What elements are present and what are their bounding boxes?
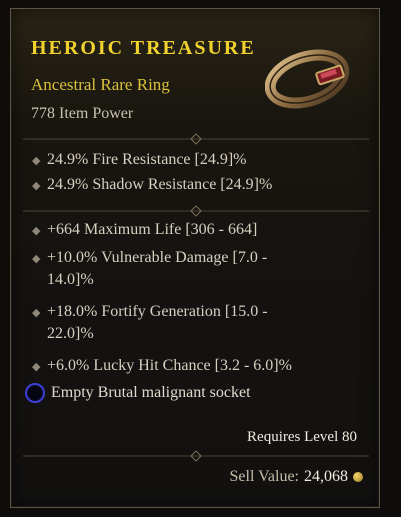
- stat-text: 24.9% Fire Resistance [24.9]%: [47, 151, 247, 168]
- stat-text: +18.0% Fortify Generation [15.0 - 22.0]%: [47, 303, 268, 342]
- divider: [23, 205, 369, 217]
- gold-coin-icon: [353, 472, 363, 482]
- diamond-bullet-icon: ◆: [32, 361, 41, 373]
- item-name: HEROIC TREASURE: [31, 37, 256, 59]
- ring-icon: [265, 49, 350, 109]
- diamond-bullet-icon: ◆: [32, 155, 41, 167]
- sell-value: Sell Value: 24,068: [230, 468, 363, 486]
- item-type: Ancestral Rare Ring: [31, 75, 170, 94]
- stat-text: +664 Maximum Life [306 - 664]: [47, 221, 258, 238]
- sell-amount: 24,068: [304, 468, 348, 485]
- stat-text: +10.0% Vulnerable Damage [7.0 - 14.0]%: [47, 249, 268, 288]
- diamond-bullet-icon: ◆: [32, 307, 41, 319]
- stat-text: +6.0% Lucky Hit Chance [3.2 - 6.0]%: [47, 357, 292, 374]
- malignant-socket-icon: [25, 383, 45, 403]
- socket-label: Empty Brutal malignant socket: [51, 384, 251, 401]
- sell-label: Sell Value:: [229, 468, 299, 485]
- malignant-socket: Empty Brutal malignant socket: [25, 383, 251, 403]
- diamond-bullet-icon: ◆: [32, 225, 41, 237]
- affix-stat: ◆ +6.0% Lucky Hit Chance [3.2 - 6.0]%: [27, 355, 367, 378]
- stat-text: 24.9% Shadow Resistance [24.9]%: [47, 176, 273, 193]
- divider: [23, 133, 369, 145]
- affix-stat: ◆ +18.0% Fortify Generation [15.0 - 22.0…: [27, 301, 367, 345]
- divider: [23, 450, 369, 462]
- diamond-bullet-icon: ◆: [32, 253, 41, 265]
- affix-stat: ◆ +10.0% Vulnerable Damage [7.0 - 14.0]%: [27, 247, 367, 291]
- implicit-stat: ◆ 24.9% Shadow Resistance [24.9]%: [27, 174, 367, 197]
- diamond-bullet-icon: ◆: [32, 180, 41, 192]
- item-power: 778 Item Power: [31, 105, 134, 122]
- level-requirement: Requires Level 80: [247, 429, 357, 445]
- affix-stat: ◆ +664 Maximum Life [306 - 664]: [27, 219, 367, 242]
- implicit-stat: ◆ 24.9% Fire Resistance [24.9]%: [27, 149, 367, 172]
- item-tooltip: HEROIC TREASURE Ancestral Rare Ring 778 …: [10, 8, 380, 508]
